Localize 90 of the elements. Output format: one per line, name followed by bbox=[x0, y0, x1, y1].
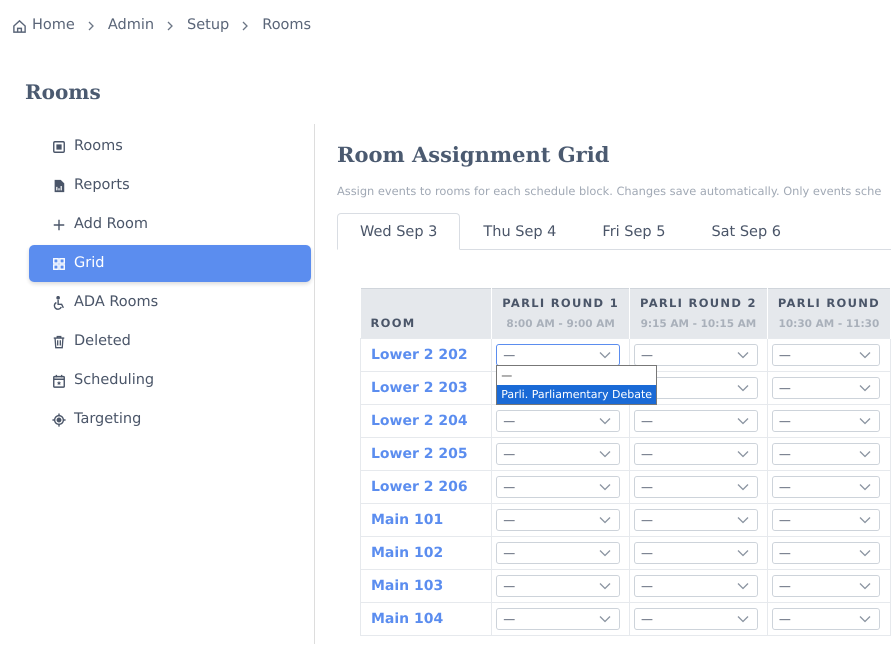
chevron-down-icon bbox=[737, 582, 750, 590]
chevron-down-icon bbox=[858, 516, 871, 524]
chevron-icon bbox=[167, 21, 174, 31]
sidebar-item[interactable]: Scheduling bbox=[29, 362, 311, 399]
chevron-down-icon bbox=[599, 417, 612, 426]
plus-icon bbox=[52, 218, 66, 232]
event-select[interactable]: — bbox=[772, 443, 880, 466]
section-title: Room Assignment Grid bbox=[337, 142, 610, 168]
event-select[interactable]: — bbox=[634, 443, 758, 466]
time-range: 10:30 AM - 11:30 bbox=[778, 316, 880, 332]
chevron-down-icon bbox=[599, 450, 612, 458]
chevron-down-icon bbox=[858, 351, 871, 360]
event-select[interactable]: — bbox=[496, 410, 620, 432]
column-header: PARLI ROUND 1 bbox=[502, 295, 620, 312]
sidebar-item[interactable]: ADA Rooms bbox=[29, 284, 311, 321]
event-select[interactable]: — bbox=[634, 344, 758, 366]
chevron-down-icon bbox=[737, 549, 750, 558]
column-header: ROOM bbox=[360, 288, 492, 339]
chevron-down-icon bbox=[599, 582, 612, 590]
sidebar-item[interactable]: Rooms bbox=[29, 128, 311, 165]
event-select[interactable]: — bbox=[496, 509, 620, 532]
sidebar-item[interactable]: Deleted bbox=[29, 323, 311, 360]
event-select[interactable]: — bbox=[634, 608, 758, 630]
page-title: Rooms bbox=[25, 82, 102, 102]
chevron-down-icon bbox=[737, 384, 750, 392]
date-tab[interactable]: Fri Sep 5 bbox=[579, 213, 688, 250]
chevron-down-icon bbox=[858, 450, 871, 458]
chevron-down-icon bbox=[858, 582, 871, 590]
event-select[interactable]: — bbox=[634, 476, 758, 498]
dropdown-option[interactable]: Parli. Parliamentary Debate bbox=[497, 385, 656, 404]
event-select[interactable]: — bbox=[634, 509, 758, 532]
event-select[interactable]: — bbox=[772, 575, 880, 598]
chevron-down-icon bbox=[858, 615, 871, 624]
sidebar-item[interactable]: Targeting bbox=[29, 401, 311, 438]
chevron-down-icon bbox=[737, 417, 750, 426]
column-header: PARLI ROUND bbox=[778, 295, 880, 312]
chevron-down-icon bbox=[599, 549, 612, 558]
chevron-down-icon bbox=[737, 516, 750, 524]
chevron-down-icon bbox=[858, 483, 871, 492]
target-icon bbox=[52, 412, 66, 426]
event-select[interactable]: — bbox=[496, 542, 620, 564]
time-range: 8:00 AM - 9:00 AM bbox=[505, 316, 616, 332]
event-select[interactable]: — bbox=[634, 410, 758, 432]
wheelchair-icon bbox=[52, 296, 66, 310]
event-select[interactable]: — bbox=[634, 575, 758, 598]
description-text: Assign events to rooms for each schedule block. Changes save automatically. Only events sche bbox=[337, 183, 882, 200]
sidebar-item[interactable]: Reports bbox=[29, 167, 311, 204]
date-tab[interactable]: Sat Sep 6 bbox=[688, 213, 804, 250]
grid-icon bbox=[52, 256, 66, 270]
dropdown-option[interactable]: — bbox=[497, 366, 656, 386]
chevron-down-icon bbox=[737, 483, 750, 492]
event-select[interactable]: — bbox=[496, 344, 620, 366]
event-select[interactable]: — bbox=[496, 608, 620, 630]
home-icon bbox=[12, 18, 27, 34]
trash-icon bbox=[52, 334, 66, 348]
event-select[interactable]: — bbox=[772, 608, 880, 630]
event-select[interactable]: — bbox=[772, 377, 880, 400]
chevron-down-icon bbox=[858, 384, 871, 392]
chevron-icon bbox=[242, 21, 250, 31]
chevron-down-icon bbox=[858, 549, 871, 558]
breadcrumb-link[interactable]: Rooms bbox=[262, 15, 312, 37]
calendar-icon bbox=[52, 374, 66, 388]
chevron-down-icon bbox=[737, 615, 750, 624]
time-range: 9:15 AM - 10:15 AM bbox=[640, 316, 757, 332]
column-header: PARLI ROUND 2 bbox=[640, 295, 757, 312]
chevron-down-icon bbox=[599, 516, 612, 524]
chevron-down-icon bbox=[737, 450, 750, 458]
report-icon bbox=[52, 178, 66, 192]
event-select[interactable]: — bbox=[634, 542, 758, 564]
date-tab[interactable]: Thu Sep 4 bbox=[460, 213, 580, 250]
chevron-down-icon bbox=[599, 615, 612, 624]
event-select[interactable]: — bbox=[772, 542, 880, 564]
chevron-down-icon bbox=[599, 351, 612, 360]
event-select[interactable]: — bbox=[772, 476, 880, 498]
sidebar-item[interactable]: Add Room bbox=[29, 206, 311, 243]
breadcrumb-link[interactable]: Admin bbox=[108, 15, 154, 37]
breadcrumb-link[interactable]: Home bbox=[32, 15, 75, 37]
chevron-down-icon bbox=[737, 351, 750, 360]
breadcrumb-link[interactable]: Setup bbox=[187, 15, 230, 37]
square-icon bbox=[52, 140, 66, 154]
chevron-down-icon bbox=[599, 483, 612, 492]
date-tab[interactable]: Wed Sep 3 bbox=[337, 213, 460, 250]
event-select[interactable]: — bbox=[772, 410, 880, 432]
event-select[interactable]: — bbox=[496, 443, 620, 466]
chevron-down-icon bbox=[858, 417, 871, 426]
event-select[interactable]: — bbox=[772, 344, 880, 366]
event-select[interactable]: — bbox=[496, 575, 620, 598]
event-select[interactable]: — bbox=[496, 476, 620, 498]
event-select[interactable]: — bbox=[772, 509, 880, 532]
chevron-icon bbox=[88, 21, 95, 31]
